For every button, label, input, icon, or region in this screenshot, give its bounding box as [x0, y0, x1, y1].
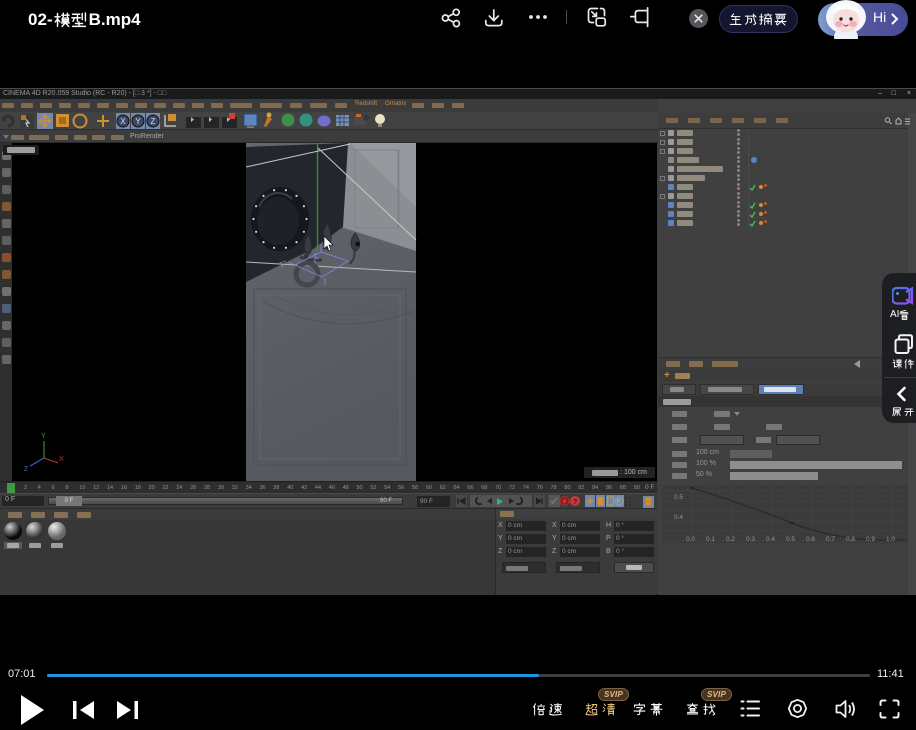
svg-text:1.0: 1.0	[886, 536, 895, 543]
svg-text:X: X	[120, 117, 126, 126]
svg-text:Z: Z	[151, 117, 156, 126]
svg-text:Y: Y	[135, 117, 141, 126]
svg-text:0.1: 0.1	[706, 536, 715, 543]
svg-text:0.4: 0.4	[674, 514, 683, 521]
svg-text:0.7: 0.7	[826, 536, 835, 543]
svg-text:0.9: 0.9	[866, 536, 875, 543]
svg-text:P: P	[617, 500, 621, 506]
svg-text:0.5: 0.5	[786, 536, 795, 543]
svg-text:0.3: 0.3	[746, 536, 755, 543]
svg-text:0.2: 0.2	[726, 536, 735, 543]
svg-text:Z: Z	[24, 466, 29, 473]
svg-text:0.5: 0.5	[674, 494, 683, 501]
svg-text:0.4: 0.4	[766, 536, 775, 543]
svg-text:X: X	[59, 456, 64, 463]
svg-text:0.8: 0.8	[846, 536, 855, 543]
svg-text:?: ?	[573, 499, 577, 506]
svg-text:0.6: 0.6	[806, 536, 815, 543]
svg-text:0.0: 0.0	[686, 536, 695, 543]
svg-text:Y: Y	[41, 433, 46, 440]
